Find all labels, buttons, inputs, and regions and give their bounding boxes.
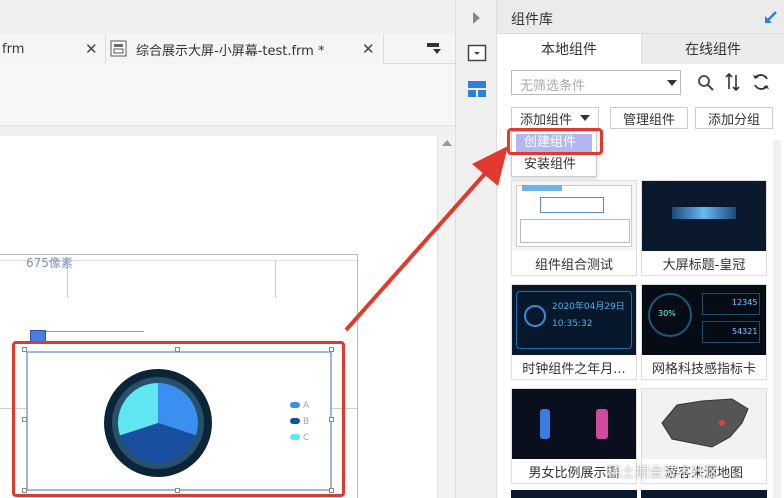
male-figure-icon (540, 409, 550, 439)
add-component-label: 添加组件 (519, 112, 572, 128)
refresh-icon[interactable] (751, 72, 771, 92)
search-icon[interactable] (697, 74, 715, 92)
layout-line (46, 331, 144, 332)
collapse-arrow-icon[interactable] (473, 12, 480, 24)
card-thumbnail (642, 389, 766, 459)
filter-select[interactable]: 无筛选条件 (511, 70, 681, 95)
close-icon[interactable]: ✕ (85, 40, 98, 58)
highlight-box (12, 341, 345, 497)
thumb-time: 10:35:32 (552, 319, 593, 329)
highlight-box (507, 128, 603, 155)
card-label: 时钟组件之年月... (522, 361, 626, 377)
toolbar (0, 64, 455, 126)
file-tab-label: 综合展示大屏-小屏幕-test.frm * (136, 43, 325, 59)
card-label: 组件组合测试 (534, 257, 613, 273)
dock-arrow-icon[interactable] (763, 11, 777, 25)
chevron-down-icon (580, 115, 590, 121)
thumb-box (540, 197, 604, 213)
close-icon[interactable]: ✕ (362, 40, 375, 58)
clock-icon (524, 305, 546, 327)
widget-panel-icon[interactable] (467, 44, 487, 62)
component-card[interactable]: 组件组合测试 (511, 180, 637, 276)
component-library-panel: 组件库 本地组件 在线组件 无筛选条件 添加组件 管理组件 添加分组 创建组件 … (497, 0, 784, 498)
panel-title: 组件库 (511, 12, 553, 28)
file-tab-bar: frm ✕ 综合展示大屏-小屏幕-test.frm * ✕ (0, 34, 455, 64)
ruler-label: 675像素 (26, 256, 73, 270)
component-card-partial[interactable] (511, 490, 637, 498)
layout-line (275, 260, 276, 298)
female-figure-icon (596, 409, 608, 439)
red-arrow-icon (344, 146, 508, 332)
panel-header: 组件库 (497, 0, 784, 34)
add-component-button[interactable]: 添加组件 (511, 107, 599, 129)
card-label: 网格科技感指标卡 (651, 361, 756, 377)
tab-local[interactable]: 本地组件 (497, 34, 642, 64)
card-thumbnail (512, 181, 636, 251)
component-card-partial[interactable] (641, 490, 767, 498)
card-thumbnail: 30% 12345 54321 (642, 285, 766, 355)
thumb-pct: 30% (658, 309, 676, 318)
card-thumbnail (512, 389, 636, 459)
sort-icon[interactable] (723, 72, 743, 92)
component-card[interactable]: 大屏标题-皇冠 (641, 180, 767, 276)
card-label: 大屏标题-皇冠 (662, 257, 746, 273)
china-map-icon (661, 398, 749, 448)
filter-placeholder: 无筛选条件 (520, 79, 586, 94)
chevron-down-icon (667, 80, 677, 86)
add-group-button[interactable]: 添加分组 (695, 107, 773, 129)
thumb-box (520, 219, 630, 243)
component-library-icon[interactable] (467, 80, 487, 98)
file-tab-active[interactable]: 综合展示大屏-小屏幕-test.frm * ✕ (106, 34, 384, 64)
component-card[interactable]: 30% 12345 54321 网格科技感指标卡 (641, 284, 767, 380)
thumb-metric: 54321 (732, 327, 758, 336)
file-tab-label: frm (2, 41, 25, 57)
tab-online[interactable]: 在线组件 (642, 34, 784, 64)
tab-list-icon[interactable] (425, 41, 443, 57)
file-tab[interactable]: frm ✕ (0, 34, 106, 64)
report-file-icon (110, 40, 127, 57)
watermark: 稀土掘金技术社区 (607, 465, 719, 481)
card-thumbnail (642, 181, 766, 251)
thumb-title-bar (672, 207, 736, 219)
menu-item-install[interactable]: 安装组件 (516, 156, 592, 174)
manage-component-button[interactable]: 管理组件 (610, 107, 688, 129)
thumb-date: 2020年04月29日 (552, 302, 625, 312)
thumb-metric: 12345 (732, 298, 758, 307)
panel-scrollbar[interactable] (773, 140, 781, 498)
thumb-bar (522, 185, 562, 191)
component-card[interactable]: 2020年04月29日 10:35:32 时钟组件之年月... (511, 284, 637, 380)
card-thumbnail: 2020年04月29日 10:35:32 (512, 285, 636, 355)
